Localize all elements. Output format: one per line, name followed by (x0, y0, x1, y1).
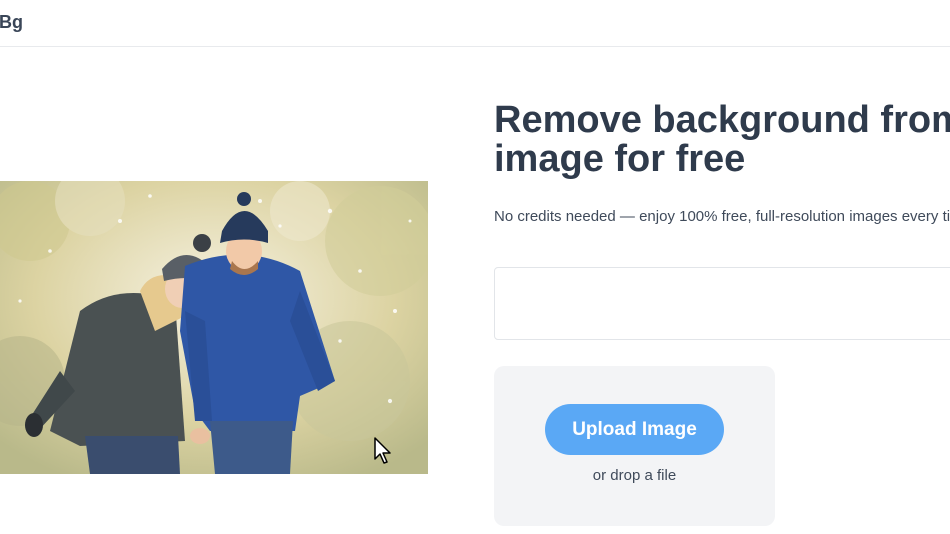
headline-line-2: image for free (494, 138, 746, 180)
page-subtitle: No credits needed — enjoy 100% free, ful… (494, 208, 950, 225)
upload-panel[interactable]: Upload Image or drop a file (494, 366, 775, 526)
headline-line-1: Remove background from (494, 99, 950, 141)
page-headline: Remove background from image for free (494, 101, 950, 179)
pointer-cursor-icon (374, 437, 391, 464)
hero-photo-illustration (0, 181, 428, 474)
page: Bg Remove background from image for free… (0, 0, 950, 534)
hero-image (0, 181, 428, 474)
drop-file-hint: or drop a file (592, 467, 677, 484)
top-header: Bg (0, 0, 950, 47)
brand-logo[interactable]: Bg (0, 12, 23, 33)
url-input-box[interactable] (494, 267, 950, 340)
upload-image-button[interactable]: Upload Image (545, 404, 724, 455)
